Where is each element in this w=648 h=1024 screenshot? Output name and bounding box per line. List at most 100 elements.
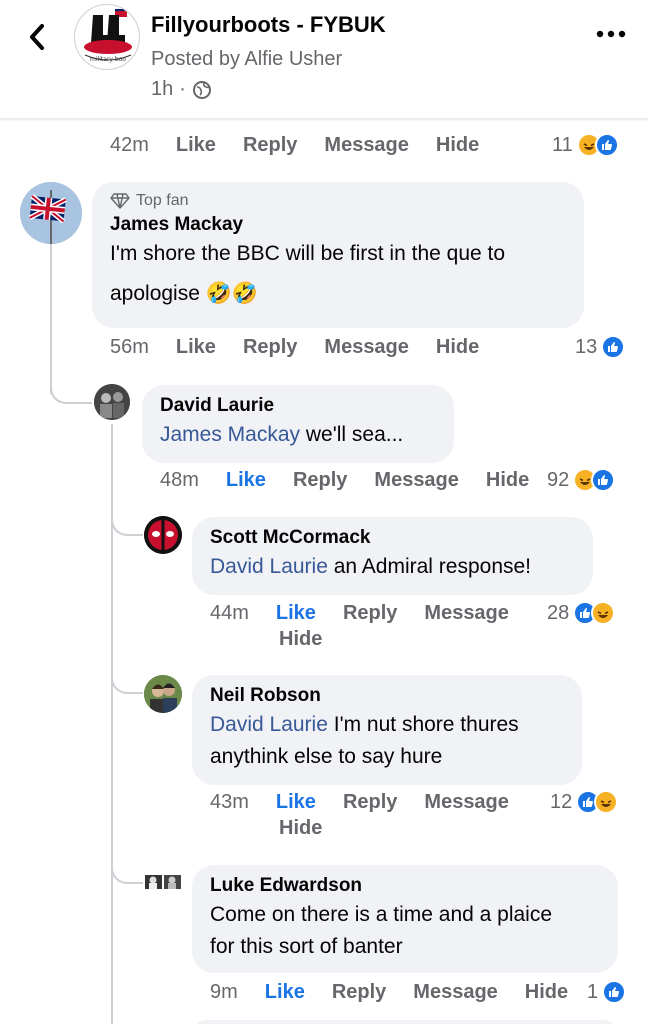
comment-text: Come on there is a time and a plaice for… <box>210 899 600 963</box>
comment-time: 48m <box>160 469 199 491</box>
comment-actions: 56m Like Reply Message Hide <box>110 336 506 359</box>
comment-time: 56m <box>110 336 149 358</box>
comment-author[interactable]: David Laurie <box>160 395 436 417</box>
header-divider <box>0 118 648 122</box>
message-action[interactable]: Message <box>424 791 509 814</box>
like-reaction-icon <box>594 133 619 157</box>
top-fan-badge: Top fan <box>110 192 566 210</box>
reaction-summary[interactable]: 28 <box>547 601 616 625</box>
comment-text: I'm shore the BBC will be first in the q… <box>110 238 566 310</box>
mention-link[interactable]: James Mackay <box>160 423 300 446</box>
reaction-summary[interactable]: 11 <box>552 133 619 157</box>
more-options-button[interactable] <box>594 24 628 44</box>
reply-action[interactable]: Reply <box>243 336 297 359</box>
message-action[interactable]: Message <box>324 336 409 359</box>
comment-actions: 48m Like Reply Message Hide <box>160 469 537 492</box>
hide-action[interactable]: Hide <box>279 628 322 651</box>
avatar[interactable] <box>144 865 182 903</box>
reaction-summary[interactable]: 12 <box>550 790 619 814</box>
like-action[interactable]: Like <box>226 469 266 492</box>
comment-text-line: for this sort of banter <box>210 935 403 958</box>
comment-actions: 42m Like Reply Message Hide <box>110 134 506 157</box>
reaction-summary[interactable]: 92 <box>547 468 616 492</box>
post-time: 1h · <box>151 78 212 101</box>
message-action[interactable]: Message <box>324 134 409 157</box>
reaction-summary[interactable]: 1 <box>587 980 627 1004</box>
comment-text: David Laurie an Admiral response! <box>210 551 575 583</box>
like-action[interactable]: Like <box>276 602 316 625</box>
comment-time: 44m <box>210 602 249 624</box>
comment-time: 42m <box>110 134 149 156</box>
reaction-count: 13 <box>575 335 598 358</box>
hide-action[interactable]: Hide <box>436 336 479 359</box>
like-action[interactable]: Like <box>176 336 216 359</box>
comment-time: 9m <box>210 981 238 1003</box>
like-action[interactable]: Like <box>176 134 216 157</box>
avatar[interactable] <box>94 384 130 420</box>
hide-action[interactable]: Hide <box>525 981 568 1004</box>
haha-reaction-icon <box>594 790 619 814</box>
reply-action[interactable]: Reply <box>343 602 397 625</box>
like-action[interactable]: Like <box>276 791 316 814</box>
reply-action[interactable]: Reply <box>293 469 347 492</box>
comment-actions: 44m Like Reply Message <box>210 602 536 625</box>
chevron-left-icon <box>30 24 44 50</box>
comment-text-line: anythink else to say hure <box>210 745 443 768</box>
comment-author[interactable]: Scott McCormack <box>210 527 575 549</box>
message-action[interactable]: Message <box>424 602 509 625</box>
deadpool-avatar-icon <box>144 516 182 554</box>
comment-bubble: David Laurie James Mackay we'll sea... <box>142 385 454 463</box>
comment-text-body: we'll sea... <box>300 423 404 446</box>
message-action[interactable]: Message <box>374 469 459 492</box>
thread-connector <box>111 670 143 694</box>
reply-action[interactable]: Reply <box>243 134 297 157</box>
union-flag-avatar-icon <box>20 182 82 244</box>
top-fan-label: Top fan <box>136 192 189 209</box>
hide-action[interactable]: Hide <box>279 817 322 840</box>
mention-link[interactable]: David Laurie <box>210 713 328 736</box>
comment-bubble: Neil Robson David Laurie I'm nut shore t… <box>192 675 582 785</box>
comment-bubble: Scott McCormack David Laurie an Admiral … <box>192 517 593 595</box>
user-photo-icon <box>144 675 182 713</box>
avatar[interactable] <box>144 675 182 713</box>
comment-actions: 43m Like Reply Message <box>210 791 536 814</box>
like-reaction-icon <box>601 335 626 359</box>
like-action[interactable]: Like <box>265 981 305 1004</box>
comment-time: 43m <box>210 791 249 813</box>
more-dots-icon <box>596 30 626 38</box>
user-photo-icon <box>145 875 181 889</box>
reaction-count: 1 <box>587 980 599 1003</box>
message-action[interactable]: Message <box>413 981 498 1004</box>
user-photo-icon <box>94 384 130 420</box>
like-reaction-icon <box>602 980 627 1004</box>
thread-connector <box>111 512 143 536</box>
page-name[interactable]: Fillyourboots - FYBUK <box>151 12 386 38</box>
reaction-count: 12 <box>550 790 573 813</box>
comment-bubble-partial <box>192 1020 618 1024</box>
hide-action[interactable]: Hide <box>436 134 479 157</box>
comment-bubble: Top fan James Mackay I'm shore the BBC w… <box>92 182 584 328</box>
like-reaction-icon <box>591 468 616 492</box>
avatar[interactable] <box>144 516 182 554</box>
back-button[interactable] <box>22 20 52 54</box>
comment-author[interactable]: Neil Robson <box>210 685 564 707</box>
separator-dot: · <box>179 78 186 100</box>
reply-action[interactable]: Reply <box>343 791 397 814</box>
reaction-count: 28 <box>547 601 570 624</box>
comment-author[interactable]: Luke Edwardson <box>210 875 600 897</box>
hide-action[interactable]: Hide <box>486 469 529 492</box>
globe-icon <box>192 80 211 99</box>
reaction-summary[interactable]: 13 <box>575 335 626 359</box>
page-avatar[interactable]: military boo <box>74 4 140 70</box>
comment-author[interactable]: James Mackay <box>110 214 566 236</box>
reply-action[interactable]: Reply <box>332 981 386 1004</box>
comment-actions-overflow: Hide <box>279 817 349 840</box>
mention-link[interactable]: David Laurie <box>210 555 328 578</box>
comment-text-body: I'm nut shore thures <box>327 713 519 736</box>
posted-by-text[interactable]: Posted by Alfie Usher <box>151 48 342 71</box>
avatar[interactable] <box>20 182 82 244</box>
thread-connector <box>50 380 92 404</box>
comment-bubble: Luke Edwardson Come on there is a time a… <box>192 865 618 973</box>
comment-actions-overflow: Hide <box>279 628 349 651</box>
thread-line <box>50 244 52 394</box>
